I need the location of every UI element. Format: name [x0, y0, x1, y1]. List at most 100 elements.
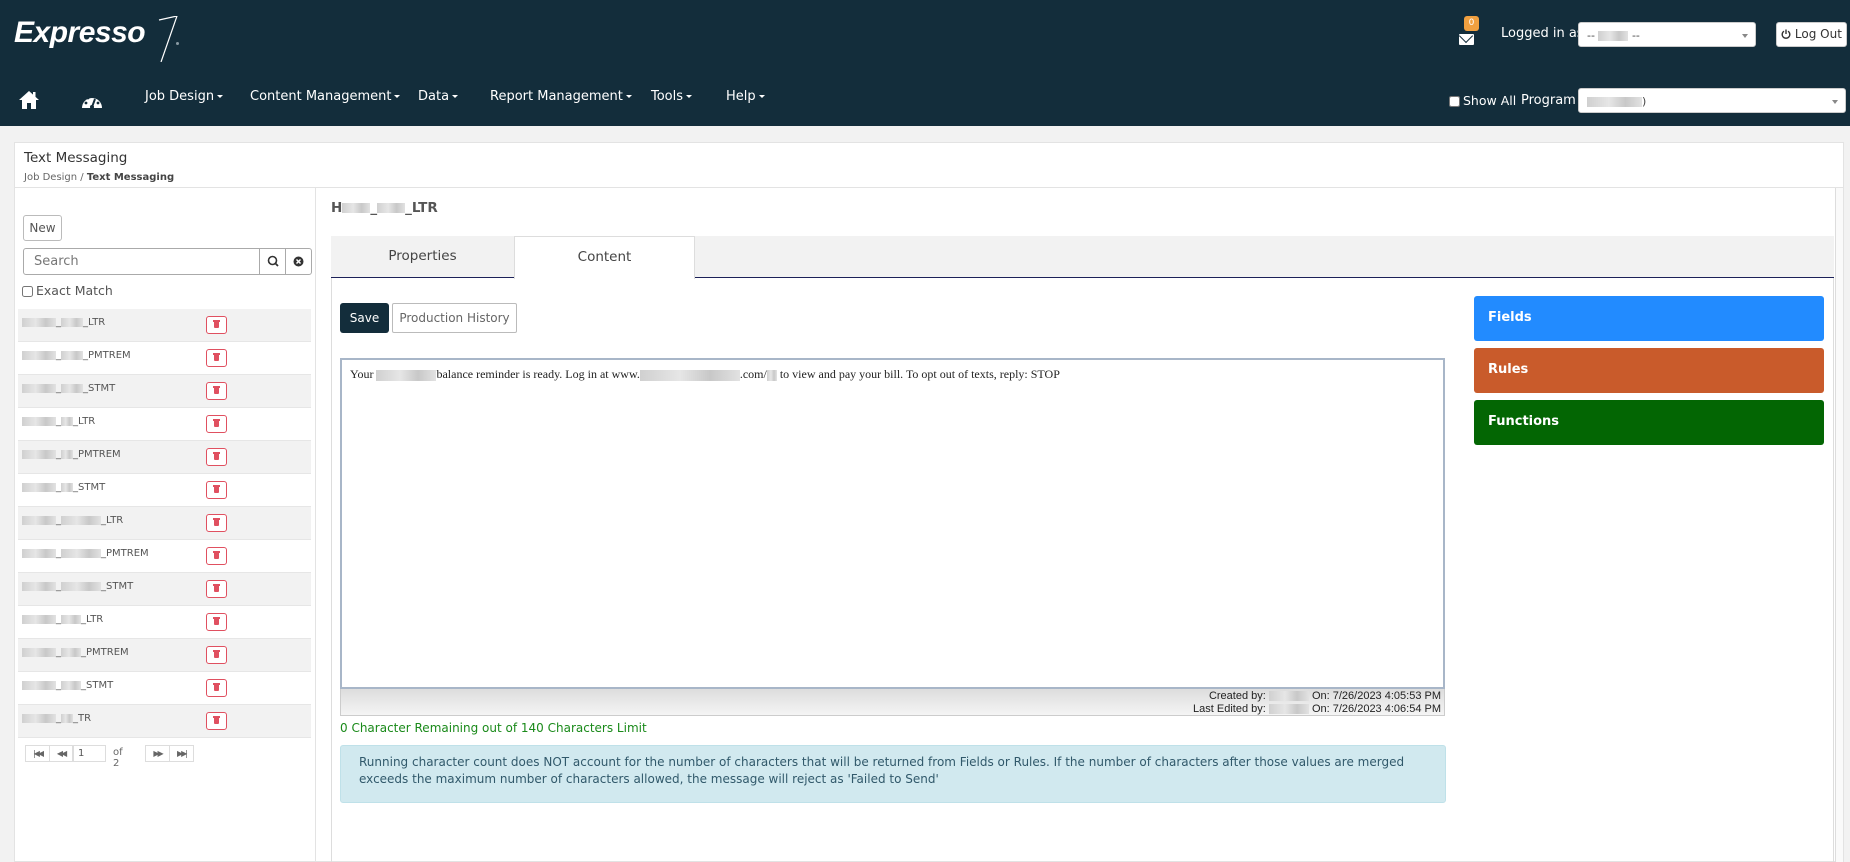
message-list: _ _LTR _ _PMTREM _ _STMT _ _LTR _ _PMTREM _ _S… — [18, 309, 311, 738]
list-item[interactable]: _ _STMT — [18, 474, 311, 507]
list-item[interactable]: _ _STMT — [18, 672, 311, 705]
delete-trash-icon[interactable] — [206, 679, 227, 697]
clear-search-button[interactable] — [285, 248, 312, 275]
exact-match-checkbox[interactable] — [22, 286, 33, 297]
list-item[interactable]: _ _TR — [18, 705, 311, 738]
item-name: _ _LTR — [22, 515, 123, 526]
caret-down-icon — [758, 95, 765, 98]
envelope-icon — [1459, 34, 1474, 45]
message-editor[interactable]: Your balance reminder is ready. Log in a… — [340, 358, 1445, 689]
production-history-button[interactable]: Production History — [392, 303, 517, 333]
nav-label: Tools — [651, 89, 684, 104]
nav-tools[interactable]: Tools — [651, 89, 693, 104]
delete-trash-icon[interactable] — [206, 547, 227, 565]
show-all-toggle[interactable]: Show All — [1449, 93, 1516, 108]
logo[interactable]: Expresso — [14, 16, 146, 56]
delete-trash-icon[interactable] — [206, 316, 227, 334]
delete-trash-icon[interactable] — [206, 646, 227, 664]
audit-info: Created by: On: 7/26/2023 4:05:53 PM Las… — [340, 689, 1445, 716]
first-page-button[interactable]: |◀◀ — [25, 745, 50, 762]
show-all-checkbox[interactable] — [1449, 96, 1460, 107]
caret-down-icon — [452, 95, 459, 98]
rules-button[interactable]: Rules — [1474, 348, 1824, 393]
nav-content-management[interactable]: Content Management — [250, 89, 401, 104]
nav-job-design[interactable]: Job Design — [145, 89, 224, 104]
breadcrumb-parent[interactable]: Job Design — [24, 172, 77, 183]
item-name: _ _PMTREM — [22, 449, 121, 460]
item-name: _ _LTR — [22, 416, 95, 427]
logout-button[interactable]: Log Out — [1776, 22, 1847, 47]
logout-label: Log Out — [1794, 27, 1842, 41]
item-name: _ _STMT — [22, 680, 113, 691]
delete-trash-icon[interactable] — [206, 415, 227, 433]
item-name: _ _PMTREM — [22, 647, 129, 658]
tab-bar: Properties Content — [331, 236, 1834, 279]
main-panel: Text Messaging Job Design / Text Messagi… — [14, 142, 1844, 862]
scrollbar[interactable] — [1835, 188, 1843, 862]
nav-label: Data — [418, 89, 450, 104]
nav-help[interactable]: Help — [726, 89, 765, 104]
delete-trash-icon[interactable] — [206, 448, 227, 466]
fields-button[interactable]: Fields — [1474, 296, 1824, 341]
list-item[interactable]: _ _PMTREM — [18, 441, 311, 474]
page-title: Text Messaging — [24, 150, 128, 166]
top-header: Expresso 0 Logged in as -- -- Log Out Jo… — [0, 0, 1850, 126]
tab-properties[interactable]: Properties — [331, 236, 514, 278]
nav-data[interactable]: Data — [418, 89, 459, 104]
list-item[interactable]: _ _LTR — [18, 408, 311, 441]
mail-button[interactable]: 0 — [1459, 16, 1481, 48]
user-select-suffix: -- — [1631, 29, 1640, 42]
chevron-down-icon — [1832, 100, 1838, 104]
item-name: _ _STMT — [22, 581, 133, 592]
list-item[interactable]: _ _STMT — [18, 573, 311, 606]
user-select[interactable]: -- -- — [1578, 22, 1756, 47]
caret-down-icon — [625, 95, 632, 98]
delete-trash-icon[interactable] — [206, 580, 227, 598]
list-item[interactable]: _ _STMT — [18, 375, 311, 408]
logo-slash-icon — [158, 16, 178, 62]
page-number-input[interactable]: 1 — [73, 745, 106, 762]
program-select[interactable]: ) — [1578, 88, 1846, 113]
list-item[interactable]: _ _LTR — [18, 606, 311, 639]
functions-button[interactable]: Functions — [1474, 400, 1824, 445]
exact-match-label: Exact Match — [36, 283, 113, 298]
page-count-label: of 2 — [113, 747, 123, 769]
info-alert: Running character count does NOT account… — [340, 745, 1446, 803]
delete-trash-icon[interactable] — [206, 514, 227, 532]
created-by-line: Created by: On: 7/26/2023 4:05:53 PM — [1208, 690, 1441, 702]
new-button[interactable]: New — [23, 215, 62, 241]
last-page-icon: ▶▶| — [177, 749, 188, 758]
list-item[interactable]: _ _PMTREM — [18, 342, 311, 375]
tab-content[interactable]: Content — [514, 236, 695, 279]
nav-report-management[interactable]: Report Management — [490, 89, 632, 104]
search-input[interactable]: Search — [23, 248, 260, 275]
list-item[interactable]: _ _LTR — [18, 309, 311, 342]
delete-trash-icon[interactable] — [206, 349, 227, 367]
save-button[interactable]: Save — [340, 303, 389, 333]
breadcrumb: Job Design / Text Messaging — [24, 172, 174, 183]
delete-trash-icon[interactable] — [206, 382, 227, 400]
caret-down-icon — [217, 95, 224, 98]
caret-down-icon — [394, 95, 401, 98]
next-page-button[interactable]: ▶▶ — [145, 745, 170, 762]
item-name: _ _STMT — [22, 383, 115, 394]
item-name: _ _TR — [22, 713, 91, 724]
dashboard-gauge-icon[interactable] — [80, 90, 104, 112]
logo-dot — [176, 42, 179, 45]
delete-trash-icon[interactable] — [206, 613, 227, 631]
list-item[interactable]: _ _PMTREM — [18, 639, 311, 672]
exact-match-toggle[interactable]: Exact Match — [22, 283, 113, 298]
program-select-suffix: ) — [1642, 95, 1647, 108]
delete-trash-icon[interactable] — [206, 712, 227, 730]
list-item[interactable]: _ _PMTREM — [18, 540, 311, 573]
nav-label: Content Management — [250, 89, 392, 104]
redacted-text — [376, 369, 437, 381]
character-count: 0 Character Remaining out of 140 Charact… — [340, 721, 647, 735]
last-page-button[interactable]: ▶▶| — [169, 745, 194, 762]
delete-trash-icon[interactable] — [206, 481, 227, 499]
redacted-program — [1587, 97, 1642, 107]
home-icon[interactable] — [18, 90, 40, 110]
list-item[interactable]: _ _LTR — [18, 507, 311, 540]
prev-page-button[interactable]: ◀◀ — [49, 745, 73, 762]
search-button[interactable] — [259, 248, 286, 275]
